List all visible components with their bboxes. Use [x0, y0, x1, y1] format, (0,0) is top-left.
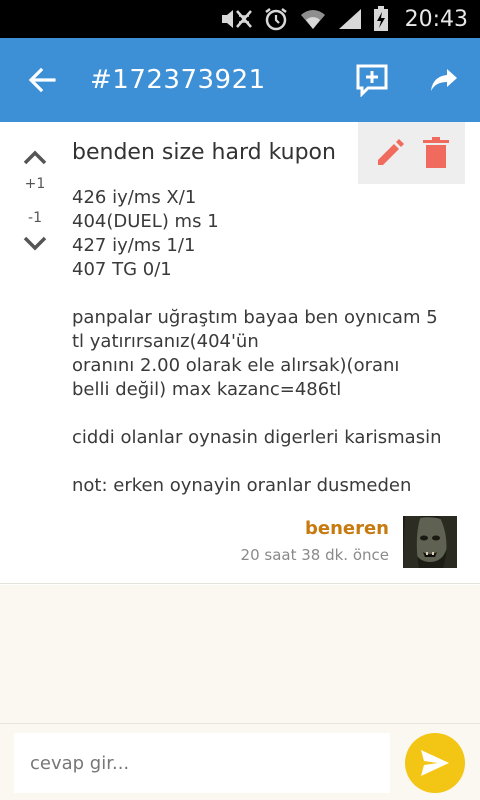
share-button[interactable]	[408, 38, 480, 122]
add-comment-icon	[356, 64, 388, 97]
page-title: #172373921	[90, 65, 266, 95]
status-bar: 20:43	[0, 0, 480, 38]
add-comment-button[interactable]	[336, 38, 408, 122]
post-paragraph: not: erken oynayin oranlar dusmeden	[72, 475, 412, 496]
comments-area	[0, 585, 480, 723]
post-paragraph: panpalar uğraştım bayaa ben oynıcam 5 tl…	[72, 307, 438, 400]
alarm-icon	[263, 6, 289, 32]
send-button[interactable]	[405, 733, 465, 793]
reply-input[interactable]	[14, 733, 390, 793]
reply-bar	[0, 723, 480, 800]
post-actions	[358, 122, 465, 184]
downvote-count: -1	[28, 210, 42, 226]
author-name[interactable]: beneren	[305, 518, 389, 539]
upvote-icon[interactable]	[22, 148, 48, 166]
signal-icon	[337, 6, 363, 32]
send-icon	[421, 750, 449, 776]
back-button[interactable]	[0, 38, 84, 122]
avatar[interactable]	[403, 516, 457, 568]
wifi-icon	[299, 6, 327, 32]
post-paragraph: 426 iy/ms X/1 404(DUEL) ms 1 427 iy/ms 1…	[72, 187, 219, 280]
post-paragraph: ciddi olanlar oynasin digerleri karismas…	[72, 427, 442, 448]
back-arrow-icon	[28, 67, 56, 93]
downvote-icon[interactable]	[22, 234, 48, 252]
battery-charging-icon	[373, 6, 389, 32]
clock-time: 20:43	[404, 6, 468, 32]
vote-column: +1 -1	[10, 142, 60, 252]
upvote-count: +1	[24, 176, 46, 192]
post-card: +1 -1 benden size hard kupon 426 iy/ms X…	[0, 122, 480, 584]
app-bar: #172373921	[0, 38, 480, 122]
edit-icon[interactable]	[374, 137, 406, 169]
share-icon	[431, 69, 457, 91]
post-timestamp: 20 saat 38 dk. önce	[240, 546, 389, 564]
post-title: benden size hard kupon	[72, 140, 336, 165]
mute-icon	[219, 6, 253, 32]
delete-icon[interactable]	[422, 137, 449, 169]
post-body: 426 iy/ms X/1 404(DUEL) ms 1 427 iy/ms 1…	[72, 186, 442, 522]
